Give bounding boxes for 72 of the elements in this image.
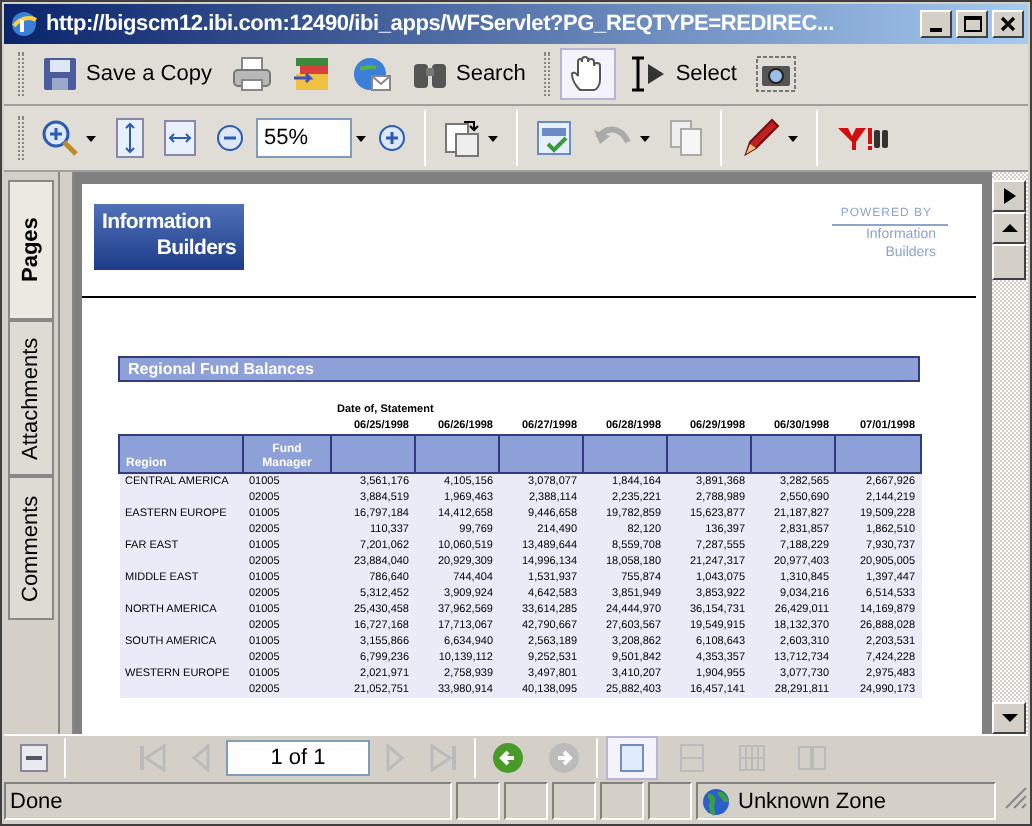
- stacked-files-icon: [291, 56, 332, 92]
- fit-height-icon: [116, 118, 144, 158]
- down-triangle-icon: [1001, 714, 1017, 722]
- status-text: Done: [4, 782, 452, 820]
- globe-envelope-icon: [351, 56, 392, 92]
- save-copy-button[interactable]: Save a Copy: [34, 48, 220, 100]
- window-title: http://bigscm12.ibi.com:12490/ibi_apps/WFServlet?PG_REQTYPE=REDIREC...: [46, 12, 837, 36]
- browser-icon: [8, 8, 40, 40]
- scroll-up-button[interactable]: [992, 212, 1026, 244]
- minus-circle-icon: [216, 124, 244, 152]
- first-page-icon: [138, 744, 166, 772]
- scroll-thumb[interactable]: [992, 244, 1026, 280]
- plus-circle-icon: [378, 124, 406, 152]
- last-page-icon: [430, 744, 458, 772]
- zoom-field[interactable]: 55%: [256, 118, 352, 158]
- maximize-button[interactable]: [956, 10, 988, 38]
- continuous-pages-icon: [676, 742, 708, 774]
- two-pages-icon: [796, 742, 828, 774]
- maximize-icon: [963, 16, 981, 32]
- header-cell: [667, 435, 752, 473]
- status-panel: [600, 782, 644, 820]
- company-logo: Information Builders: [94, 204, 244, 270]
- zone-text: Unknown Zone: [738, 789, 886, 813]
- status-panel: [504, 782, 548, 820]
- header-cell: [499, 435, 584, 473]
- spell-check-icon: [536, 120, 572, 156]
- previous-page-icon: [190, 744, 210, 772]
- minimize-button[interactable]: [920, 10, 952, 38]
- next-page-icon: [386, 744, 406, 772]
- single-page-icon: [616, 742, 648, 774]
- scroll-down-button[interactable]: [992, 702, 1026, 734]
- resize-grip-icon: [1000, 782, 1028, 810]
- pen-icon: [740, 118, 780, 158]
- status-panel: [456, 782, 500, 820]
- report-title: Regional Fund Balances: [118, 356, 920, 382]
- magnifier-icon: [42, 120, 78, 156]
- camera-icon: [756, 56, 797, 92]
- status-panel: [648, 782, 692, 820]
- right-triangle-icon: [1003, 188, 1015, 204]
- expand-panel-button[interactable]: [992, 180, 1026, 212]
- caret-icon: [86, 135, 96, 141]
- hand-tool-button[interactable]: [559, 48, 616, 100]
- caret-icon: [488, 135, 498, 141]
- panel-icon: [20, 744, 48, 772]
- page-rotate-icon: [444, 118, 480, 158]
- fit-width-icon: [164, 120, 196, 156]
- header-cell: [415, 435, 499, 473]
- status-panel: [552, 782, 596, 820]
- select-tool-button[interactable]: Select: [619, 48, 745, 100]
- header-cell: [583, 435, 668, 473]
- header-cell: [835, 435, 922, 473]
- caret-icon: [640, 135, 650, 141]
- globe-icon: [702, 787, 730, 815]
- up-triangle-icon: [1001, 224, 1017, 232]
- header-cell: [751, 435, 836, 473]
- side-tab[interactable]: Attachments: [8, 320, 54, 476]
- close-button[interactable]: [992, 10, 1024, 38]
- single-page-button[interactable]: [606, 736, 658, 780]
- close-icon: [1000, 16, 1016, 32]
- grid-pages-icon: [736, 742, 768, 774]
- page-number-field[interactable]: 1 of 1: [226, 740, 370, 776]
- caret-icon[interactable]: [356, 135, 366, 141]
- printer-icon: [231, 56, 272, 92]
- caret-icon: [788, 135, 798, 141]
- side-tab[interactable]: Pages: [8, 180, 54, 320]
- vertical-scrollbar[interactable]: [992, 172, 1028, 734]
- text-cursor-icon: [627, 54, 668, 94]
- documents-icon: [670, 120, 702, 156]
- header-cell: [331, 435, 415, 473]
- search-button[interactable]: Search: [403, 48, 534, 100]
- side-tab[interactable]: Comments: [8, 476, 54, 620]
- search-logo-icon: [836, 124, 888, 152]
